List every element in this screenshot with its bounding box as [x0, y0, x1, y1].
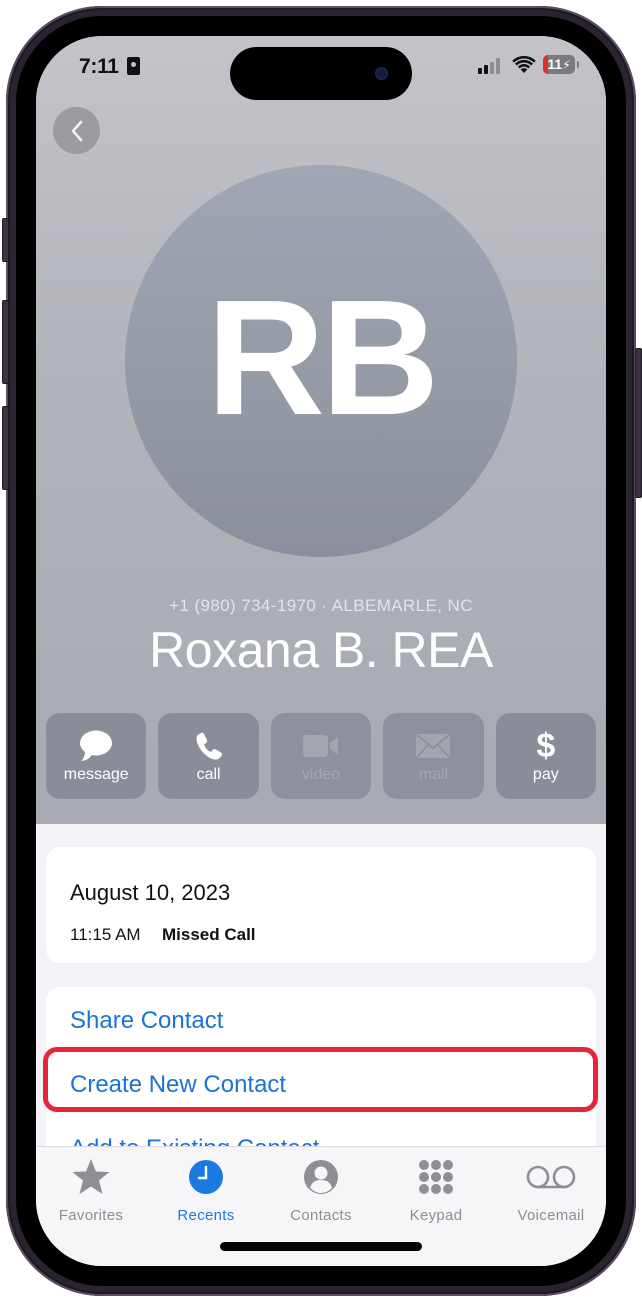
tab-keypad-label: Keypad [409, 1207, 463, 1224]
cellular-signal-icon [478, 58, 506, 74]
call-date: August 10, 2023 [70, 880, 231, 905]
volume-up-button [2, 300, 9, 384]
call-label: call [196, 765, 221, 783]
contact-card-icon [127, 57, 140, 75]
tab-contacts-label: Contacts [290, 1207, 352, 1224]
camera-icon [375, 67, 388, 80]
contact-name: Roxana B. REA [149, 622, 493, 678]
chevron-left-icon [71, 120, 82, 141]
video-label: video [301, 765, 341, 783]
status-bar: 7:11 11⚡︎ [36, 36, 606, 100]
mail-label: mail [418, 765, 449, 783]
tab-contacts[interactable]: Contacts [266, 1157, 376, 1224]
pay-label: pay [532, 765, 559, 783]
call-time: 11:15 AM [70, 925, 141, 944]
envelope-icon [416, 733, 451, 758]
tab-recents[interactable]: Recents [151, 1157, 261, 1224]
tab-recents-label: Recents [177, 1207, 235, 1224]
dollar-icon: $ [536, 726, 556, 765]
wifi-icon [512, 56, 536, 73]
call-button[interactable]: call [158, 713, 259, 799]
star-icon [72, 1159, 110, 1194]
screen: 7:11 11⚡︎ RB +1 (980) 734-1970 · ALBEMAR… [36, 36, 606, 1266]
pay-button[interactable]: $ pay [495, 713, 597, 799]
tab-voicemail-label: Voicemail [517, 1207, 585, 1224]
keypad-grid-icon [419, 1160, 453, 1194]
tab-bar: Favorites Recents Contacts Keypad Voicem… [36, 1146, 606, 1266]
video-camera-icon [303, 734, 339, 757]
message-button[interactable]: message [46, 713, 147, 799]
battery-icon: 11⚡︎ [543, 55, 575, 74]
dynamic-island [230, 47, 412, 100]
volume-down-button [2, 406, 9, 490]
tab-favorites[interactable]: Favorites [36, 1157, 146, 1224]
video-button[interactable]: video [270, 713, 372, 799]
avatar-initials: RB [206, 266, 440, 449]
mail-button[interactable]: mail [383, 713, 484, 799]
share-contact-link[interactable]: Share Contact [70, 1007, 223, 1035]
tab-voicemail[interactable]: Voicemail [496, 1157, 606, 1224]
status-time: 7:11 [79, 55, 119, 78]
voicemail-icon [526, 1165, 576, 1189]
charging-bolt-icon: ⚡︎ [562, 58, 571, 72]
clock-icon [189, 1160, 223, 1194]
back-button[interactable] [53, 107, 100, 154]
person-circle-icon [304, 1160, 338, 1194]
contact-subtitle: +1 (980) 734-1970 · ALBEMARLE, NC [169, 596, 473, 615]
battery-tip [577, 61, 579, 68]
power-button [635, 348, 642, 498]
message-bubble-icon [80, 730, 113, 761]
avatar: RB [125, 165, 517, 557]
quick-actions: message call video mail $ pay [46, 713, 597, 799]
action-button [2, 218, 9, 262]
message-label: message [63, 765, 129, 783]
phone-icon [196, 732, 222, 760]
tab-keypad[interactable]: Keypad [381, 1157, 491, 1224]
contact-header: 7:11 11⚡︎ RB +1 (980) 734-1970 · ALBEMAR… [36, 36, 606, 824]
highlight-annotation [43, 1047, 598, 1112]
home-indicator[interactable] [220, 1242, 422, 1251]
battery-level: 11⚡︎ [547, 56, 571, 72]
call-status: Missed Call [162, 925, 256, 944]
tab-favorites-label: Favorites [58, 1207, 124, 1224]
call-history-card: August 10, 2023 11:15 AM Missed Call [46, 847, 596, 963]
